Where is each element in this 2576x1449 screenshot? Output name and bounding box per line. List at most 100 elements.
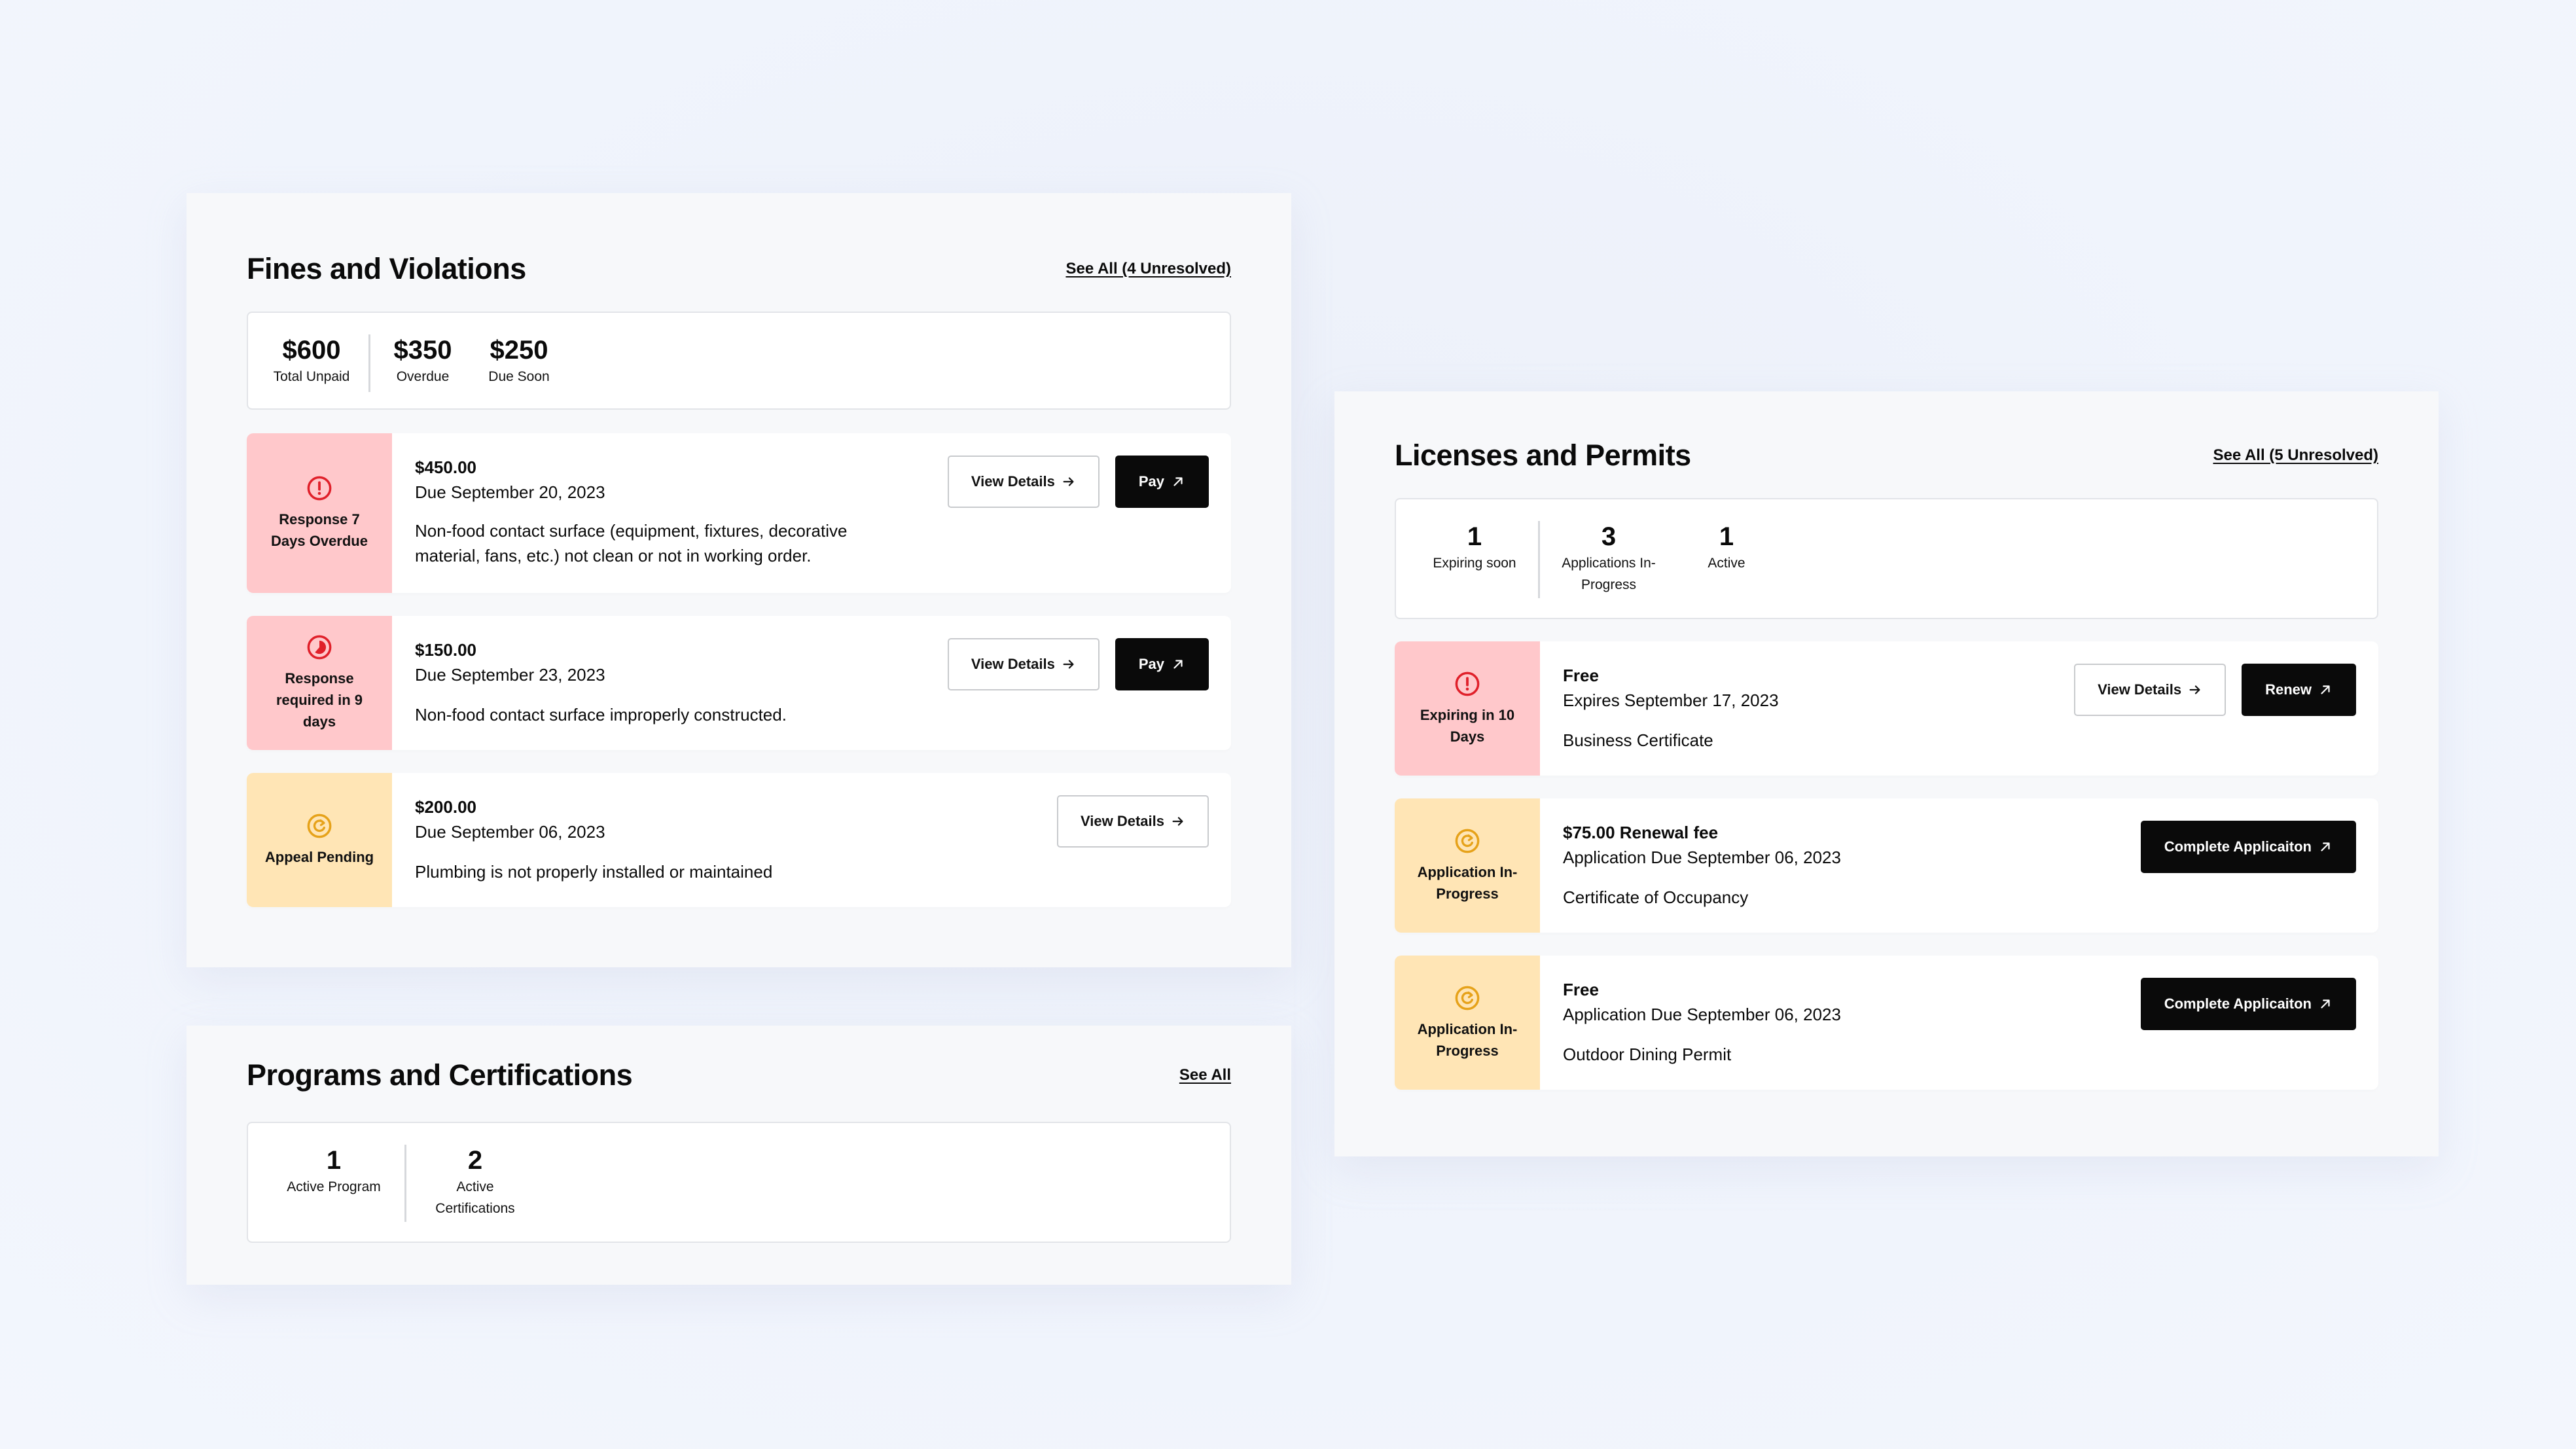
refresh-circle-icon xyxy=(1455,986,1480,1010)
alert-circle-icon xyxy=(307,476,332,501)
divider xyxy=(368,334,370,392)
programs-header: Programs and Certifications See All xyxy=(247,1058,1231,1092)
status-column: Expiring in 10 Days xyxy=(1395,641,1540,776)
arrow-right-icon xyxy=(1063,660,1074,669)
license-name: Business Certificate xyxy=(1563,730,1713,750)
stat-total-unpaid: $600 Total Unpaid xyxy=(269,334,354,387)
stat-applications-in-progress: 3 Applications In-Progress xyxy=(1560,521,1658,596)
stat-value: 1 xyxy=(1467,522,1482,551)
actions: View Details xyxy=(1057,795,1209,848)
stat-active-program: 1 Active Program xyxy=(277,1145,390,1198)
fines-violations-panel: Fines and Violations See All (4 Unresolv… xyxy=(187,193,1291,967)
violation-description: Non-food contact surface improperly cons… xyxy=(415,705,787,724)
see-all-programs-link[interactable]: See All xyxy=(1179,1066,1231,1084)
violation-body: $450.00 Due September 20, 2023 Non-food … xyxy=(392,433,1231,593)
button-label: Pay xyxy=(1138,473,1164,490)
license-card: Application In-Progress Free Application… xyxy=(1395,956,2378,1090)
view-details-button[interactable]: View Details xyxy=(947,456,1100,508)
button-label: Complete Applicaiton xyxy=(2164,838,2312,855)
stat-due-soon: $250 Due Soon xyxy=(483,334,555,387)
stat-label: Applications In-Progress xyxy=(1562,556,1656,592)
license-body: $75.00 Renewal fee Application Due Septe… xyxy=(1540,798,2378,933)
complete-application-button[interactable]: Complete Applicaiton xyxy=(2140,821,2356,873)
stat-value: 3 xyxy=(1601,522,1617,551)
see-all-licenses-link[interactable]: See All (5 Unresolved) xyxy=(2213,446,2378,465)
button-label: View Details xyxy=(1081,813,1164,829)
stat-value: $600 xyxy=(282,336,341,365)
status-column: Application In-Progress xyxy=(1395,956,1540,1090)
arrow-up-right-icon xyxy=(1173,660,1183,669)
divider xyxy=(404,1145,406,1222)
stat-label: Expiring soon xyxy=(1433,556,1516,571)
see-all-fines-link[interactable]: See All (4 Unresolved) xyxy=(1065,260,1231,278)
arrow-up-right-icon xyxy=(2321,842,2330,851)
license-name: Certificate of Occupancy xyxy=(1563,887,1749,907)
status-label: Response 7 Days Overdue xyxy=(271,511,368,549)
status-column: Application In-Progress xyxy=(1395,798,1540,933)
pay-button[interactable]: Pay xyxy=(1115,456,1209,508)
stat-active: 1 Active xyxy=(1694,521,1759,574)
status-label: Application In-Progress xyxy=(1417,1020,1518,1059)
violation-body: $150.00 Due September 23, 2023 Non-food … xyxy=(392,616,1231,750)
alert-circle-icon xyxy=(1455,671,1480,696)
arrow-up-right-icon xyxy=(2321,685,2330,694)
refresh-circle-icon xyxy=(1455,829,1480,853)
refresh-circle-icon xyxy=(307,814,332,838)
arrow-right-icon xyxy=(1172,817,1183,826)
programs-certifications-panel: Programs and Certifications See All 1 Ac… xyxy=(187,1026,1291,1285)
stat-value: 2 xyxy=(467,1146,483,1175)
license-card: Application In-Progress $75.00 Renewal f… xyxy=(1395,798,2378,933)
license-body: Free Expires September 17, 2023 Business… xyxy=(1540,641,2378,776)
actions: View Details Pay xyxy=(947,456,1209,508)
status-label: Application In-Progress xyxy=(1417,863,1518,902)
actions: Complete Applicaiton xyxy=(2140,821,2356,873)
programs-summary: 1 Active Program 2 Active Certifications xyxy=(247,1122,1231,1243)
renew-button[interactable]: Renew xyxy=(2242,664,2356,716)
fines-header: Fines and Violations See All (4 Unresolv… xyxy=(247,252,1231,286)
violation-card: Appeal Pending $200.00 Due September 06,… xyxy=(247,773,1231,907)
stat-label: Total Unpaid xyxy=(273,369,350,384)
violation-description: Non-food contact surface (equipment, fix… xyxy=(415,521,848,565)
stat-label: Active Program xyxy=(287,1179,381,1194)
licenses-permits-panel: Licenses and Permits See All (5 Unresolv… xyxy=(1334,391,2439,1156)
arrow-right-icon xyxy=(1063,477,1074,486)
pay-button[interactable]: Pay xyxy=(1115,638,1209,690)
violation-card: Response required in 9 days $150.00 Due … xyxy=(247,616,1231,750)
stat-value: $350 xyxy=(393,336,452,365)
violation-description: Plumbing is not properly installed or ma… xyxy=(415,862,773,882)
stat-label: Active Certifications xyxy=(435,1179,515,1216)
panel-title: Licenses and Permits xyxy=(1395,438,1691,472)
stat-label: Active xyxy=(1708,556,1745,571)
stat-active-certifications: 2 Active Certifications xyxy=(426,1145,524,1219)
stat-overdue: $350 Overdue xyxy=(390,334,456,387)
divider xyxy=(1538,521,1540,598)
stat-value: 1 xyxy=(1719,522,1734,551)
stat-value: 1 xyxy=(326,1146,342,1175)
view-details-button[interactable]: View Details xyxy=(947,638,1100,690)
status-label: Expiring in 10 Days xyxy=(1420,706,1515,745)
arrow-right-icon xyxy=(2189,685,2200,694)
violation-card: Response 7 Days Overdue $450.00 Due Sept… xyxy=(247,433,1231,593)
actions: Complete Applicaiton xyxy=(2140,978,2356,1030)
button-label: Renew xyxy=(2265,681,2312,698)
stat-value: $250 xyxy=(490,336,548,365)
button-label: View Details xyxy=(2098,681,2182,698)
licenses-summary: 1 Expiring soon 3 Applications In-Progre… xyxy=(1395,498,2378,619)
view-details-button[interactable]: View Details xyxy=(1057,795,1209,848)
license-card: Expiring in 10 Days Free Expires Septemb… xyxy=(1395,641,2378,776)
button-label: View Details xyxy=(971,473,1055,490)
status-column: Appeal Pending xyxy=(247,773,392,907)
complete-application-button[interactable]: Complete Applicaiton xyxy=(2140,978,2356,1030)
license-body: Free Application Due September 06, 2023 … xyxy=(1540,956,2378,1090)
license-name: Outdoor Dining Permit xyxy=(1563,1045,1732,1064)
arrow-up-right-icon xyxy=(1173,477,1183,486)
status-label: Appeal Pending xyxy=(264,849,374,865)
view-details-button[interactable]: View Details xyxy=(2074,664,2227,716)
stat-expiring-soon: 1 Expiring soon xyxy=(1425,521,1524,574)
button-label: Pay xyxy=(1138,656,1164,672)
actions: View Details Renew xyxy=(2074,664,2356,716)
button-label: Complete Applicaiton xyxy=(2164,995,2312,1012)
actions: View Details Pay xyxy=(947,638,1209,690)
fines-summary: $600 Total Unpaid $350 Overdue $250 Due … xyxy=(247,312,1231,410)
stat-label: Due Soon xyxy=(488,369,550,384)
